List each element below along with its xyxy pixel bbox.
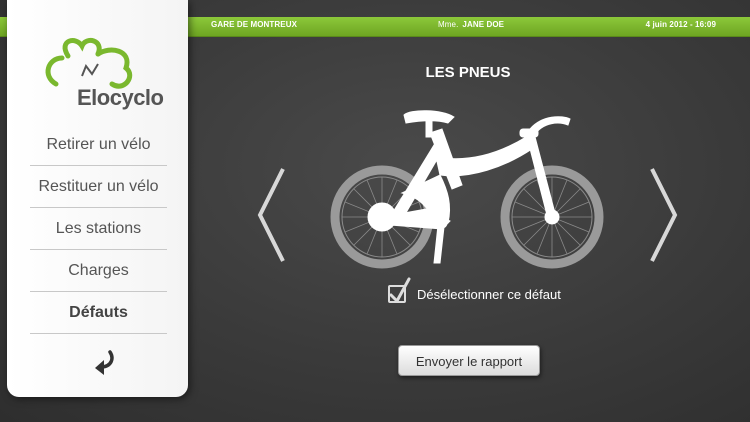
user-info: Mme. JANE DOE <box>438 20 504 29</box>
bike-illustration <box>330 110 604 269</box>
menu-item-defauts[interactable]: Défauts <box>30 292 167 334</box>
page-title: LES PNEUS <box>425 64 511 81</box>
user-prefix: Mme. <box>438 20 459 29</box>
main-menu: Retirer un vélo Restituer un vélo Les st… <box>30 124 167 334</box>
send-report-button[interactable]: Envoyer le rapport <box>398 345 540 376</box>
next-chevron-icon[interactable] <box>648 165 680 265</box>
menu-item-stations[interactable]: Les stations <box>30 208 167 250</box>
deselect-defect-checkbox[interactable] <box>388 277 411 303</box>
datetime: 4 juin 2012 - 16:09 <box>645 20 716 29</box>
menu-item-charges[interactable]: Charges <box>30 250 167 292</box>
checkbox-label: Désélectionner ce défaut <box>417 287 561 302</box>
checkmark-icon <box>389 277 411 303</box>
sidebar: Elocyclo Retirer un vélo Restituer un vé… <box>7 0 188 397</box>
return-arrow-icon[interactable] <box>92 350 116 376</box>
menu-item-restituer[interactable]: Restituer un vélo <box>30 166 167 208</box>
user-name: JANE DOE <box>462 20 505 29</box>
brand-name: Elocyclo <box>77 85 164 110</box>
previous-chevron-icon[interactable] <box>255 165 287 265</box>
menu-item-retirer[interactable]: Retirer un vélo <box>30 124 167 166</box>
station-name: GARE DE MONTREUX <box>211 20 298 29</box>
